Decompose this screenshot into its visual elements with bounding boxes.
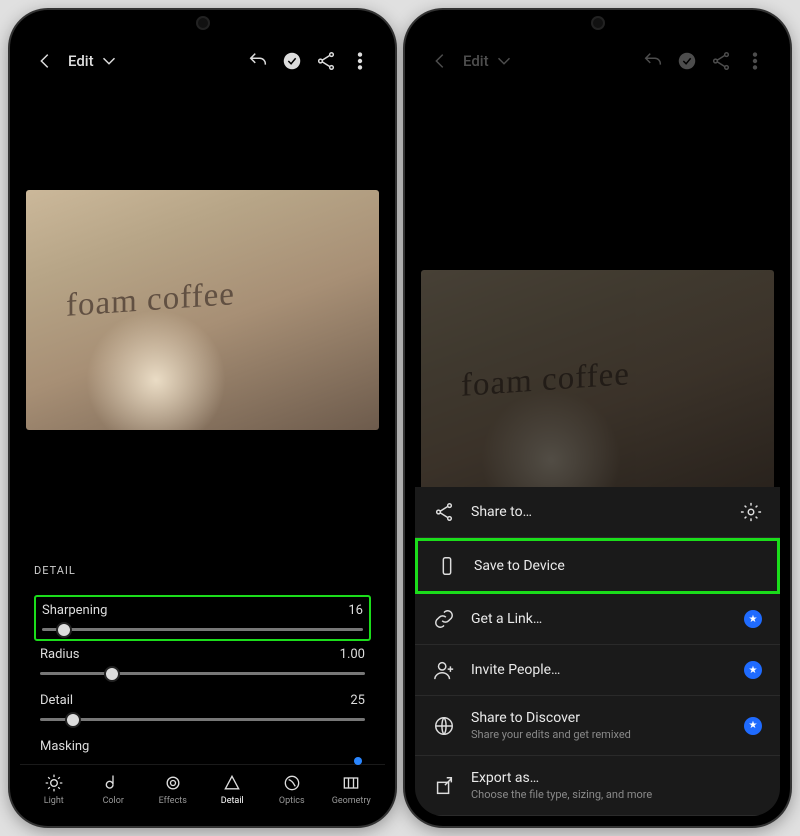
- slider-radius[interactable]: Radius 1.00: [34, 641, 371, 687]
- save-to-device-row[interactable]: Save to Device: [415, 538, 780, 594]
- photo-preview: foam coffee: [421, 270, 774, 510]
- tab-effects[interactable]: Effects: [143, 773, 203, 806]
- canvas-area: foam coffee: [20, 80, 385, 550]
- row-label: Export as…: [471, 770, 652, 786]
- chevron-down-icon: [493, 50, 515, 72]
- mode-dropdown[interactable]: Edit: [68, 50, 120, 72]
- screen-right: Edit foam coffee Light Color Effects Det…: [415, 20, 780, 816]
- export-icon: [433, 775, 455, 797]
- back-icon[interactable]: [429, 50, 451, 72]
- slider-label: Detail: [40, 693, 73, 708]
- tab-color[interactable]: Color: [84, 773, 144, 806]
- bottom-tabs: Light Color Effects Detail Optics Geomet…: [20, 764, 385, 816]
- undo-icon[interactable]: [642, 50, 664, 72]
- row-sublabel: Choose the file type, sizing, and more: [471, 788, 652, 801]
- tab-light[interactable]: Light: [24, 773, 84, 806]
- slider-label: Masking: [40, 739, 89, 754]
- chevron-down-icon: [98, 50, 120, 72]
- tab-geometry[interactable]: Geometry: [322, 773, 382, 806]
- slider-detail[interactable]: Detail 25: [34, 687, 371, 733]
- share-to-row[interactable]: Share to…: [415, 487, 780, 538]
- slider-thumb[interactable]: [65, 712, 81, 728]
- overflow-icon[interactable]: [744, 50, 766, 72]
- triangle-icon: [222, 773, 242, 793]
- confirm-icon[interactable]: [281, 50, 303, 72]
- slider-track[interactable]: [40, 718, 365, 721]
- row-label: Invite People…: [471, 662, 560, 678]
- lens-icon: [282, 773, 302, 793]
- row-label: Save to Device: [474, 558, 565, 574]
- slider-value: 16: [348, 603, 363, 618]
- slider-thumb[interactable]: [104, 666, 120, 682]
- slider-thumb[interactable]: [56, 622, 72, 638]
- slider-track[interactable]: [42, 628, 363, 631]
- back-icon[interactable]: [34, 50, 56, 72]
- link-icon: [433, 608, 455, 630]
- row-label: Share to…: [471, 504, 532, 520]
- star-badge: ★: [744, 661, 762, 679]
- share-sheet: Share to… Save to Device Get a Link… ★ I…: [415, 487, 780, 816]
- slider-label: Radius: [40, 647, 79, 662]
- section-title: DETAIL: [34, 564, 371, 577]
- sun-icon: [44, 773, 64, 793]
- row-label: Get a Link…: [471, 611, 542, 627]
- slider-label: Sharpening: [42, 603, 107, 618]
- row-label: Share to Discover: [471, 710, 631, 726]
- tab-optics[interactable]: Optics: [262, 773, 322, 806]
- slider-masking[interactable]: Masking: [34, 733, 371, 754]
- person-add-icon: [433, 659, 455, 681]
- camera-notch: [196, 16, 210, 30]
- export-as-row[interactable]: Export as… Choose the file type, sizing, …: [415, 756, 780, 816]
- globe-icon: [433, 715, 455, 737]
- screen-left: Edit foam coffee DETAIL Sharpening 16 Ra…: [20, 20, 385, 816]
- phone-left: Edit foam coffee DETAIL Sharpening 16 Ra…: [10, 10, 395, 826]
- phone-right: Edit foam coffee Light Color Effects Det…: [405, 10, 790, 826]
- camera-notch: [591, 16, 605, 30]
- slider-value: 1.00: [340, 647, 365, 662]
- device-icon: [436, 555, 458, 577]
- gear-icon[interactable]: [740, 501, 762, 523]
- row-sublabel: Share your edits and get remixed: [471, 728, 631, 741]
- mode-dropdown[interactable]: Edit: [463, 50, 515, 72]
- share-icon[interactable]: [710, 50, 732, 72]
- confirm-icon[interactable]: [676, 50, 698, 72]
- grid-icon: [341, 773, 361, 793]
- undo-icon[interactable]: [247, 50, 269, 72]
- star-badge: ★: [744, 610, 762, 628]
- overflow-icon[interactable]: [349, 50, 371, 72]
- detail-panel: DETAIL Sharpening 16 Radius 1.00 Detail …: [20, 550, 385, 764]
- share-icon: [433, 501, 455, 523]
- photo-preview[interactable]: foam coffee: [26, 190, 379, 430]
- share-icon[interactable]: [315, 50, 337, 72]
- slider-value: 25: [350, 693, 365, 708]
- thermometer-icon: [103, 773, 123, 793]
- slider-track[interactable]: [40, 672, 365, 675]
- get-link-row[interactable]: Get a Link… ★: [415, 594, 780, 645]
- share-discover-row[interactable]: Share to Discover Share your edits and ge…: [415, 696, 780, 756]
- slider-sharpening[interactable]: Sharpening 16: [34, 595, 371, 641]
- invite-people-row[interactable]: Invite People… ★: [415, 645, 780, 696]
- star-badge: ★: [744, 717, 762, 735]
- effects-icon: [163, 773, 183, 793]
- tab-detail[interactable]: Detail: [203, 773, 263, 806]
- badge-dot: [354, 757, 362, 765]
